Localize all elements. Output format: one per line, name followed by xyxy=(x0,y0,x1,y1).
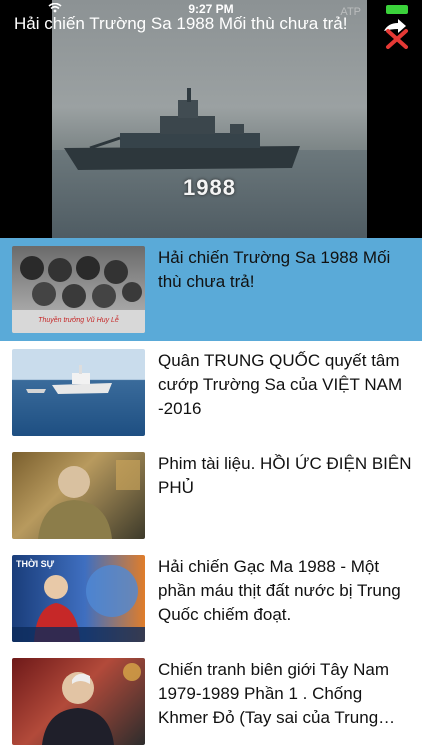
video-list: Thuyền trưởng Vũ Huy Lễ Hải chiến Trường… xyxy=(0,238,422,750)
list-item[interactable]: THỜI SỰ Hải chiến Gạc Ma 1988 - Một phần… xyxy=(0,547,422,650)
close-icon[interactable] xyxy=(378,17,410,49)
video-list-title: Chiến tranh biên giới Tây Nam 1979-1989 … xyxy=(158,660,390,727)
battery-icon xyxy=(386,5,408,14)
video-frame[interactable]: 1988 ATP xyxy=(52,0,367,238)
video-player[interactable]: 1988 ATP 9:27 PM Hải chiến Trường Sa 198… xyxy=(0,0,422,238)
warship-image xyxy=(64,88,300,170)
video-list-title: Hải chiến Trường Sa 1988 Mối thù chưa tr… xyxy=(158,248,391,291)
video-title: Hải chiến Trường Sa 1988 Mối thù chưa tr… xyxy=(14,14,348,33)
video-thumbnail: THỜI SỰ xyxy=(12,555,145,642)
list-item[interactable]: Quân TRUNG QUỐC quyết tâm cướp Trường Sa… xyxy=(0,341,422,444)
video-thumbnail xyxy=(12,349,145,436)
list-item[interactable]: Thuyền trưởng Vũ Huy Lễ Hải chiến Trường… xyxy=(0,238,422,341)
video-list-title: Hải chiến Gạc Ma 1988 - Một phần máu thị… xyxy=(158,557,401,624)
thumbnail-caption: THỜI SỰ xyxy=(16,559,55,569)
thumbnail-caption: Thuyền trưởng Vũ Huy Lễ xyxy=(38,317,119,324)
list-item[interactable]: Phim tài liệu. HỒI ỨC ĐIỆN BIÊN PHỦ xyxy=(0,444,422,547)
list-item[interactable]: Chiến tranh biên giới Tây Nam 1979-1989 … xyxy=(0,650,422,750)
video-thumbnail xyxy=(12,658,145,745)
video-overlay-text: 1988 xyxy=(183,175,236,200)
video-list-title: Phim tài liệu. HỒI ỨC ĐIỆN BIÊN PHỦ xyxy=(158,454,412,497)
video-thumbnail: Thuyền trưởng Vũ Huy Lễ xyxy=(12,246,145,333)
video-thumbnail xyxy=(12,452,145,539)
video-list-title: Quân TRUNG QUỐC quyết tâm cướp Trường Sa… xyxy=(158,351,403,418)
